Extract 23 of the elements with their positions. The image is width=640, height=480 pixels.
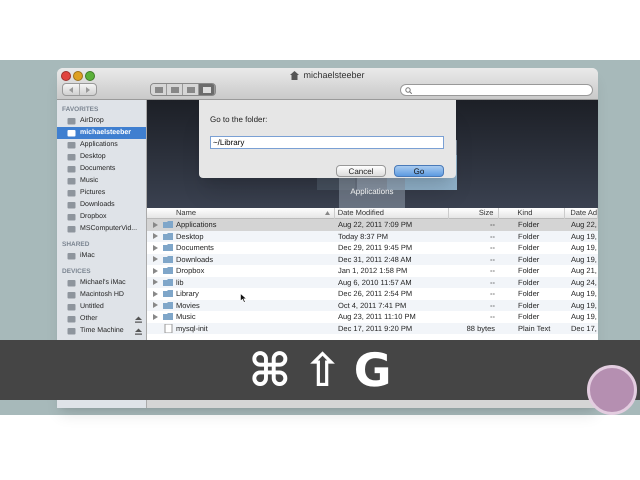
search-field[interactable]: [400, 84, 593, 96]
item-icon: [67, 252, 76, 260]
shortcut-key: G: [354, 347, 392, 393]
zoom-button[interactable]: [85, 71, 95, 81]
search-icon: [405, 86, 412, 94]
mouse-cursor-icon: [240, 293, 247, 303]
minimize-button[interactable]: [73, 71, 83, 81]
left-arrow-icon: [69, 86, 73, 92]
window-title: michaelsteeber: [303, 69, 365, 82]
view-mode-button[interactable]: [167, 84, 183, 95]
shortcut-key: ⇧: [303, 347, 342, 393]
default-button[interactable]: Go: [394, 165, 444, 177]
view-mode-button[interactable]: [183, 84, 199, 95]
folder-path-field[interactable]: ~/Library: [210, 136, 444, 149]
dialog-prompt: Go to the folder:: [210, 114, 268, 126]
right-arrow-icon: [86, 86, 90, 92]
view-mode-button[interactable]: [199, 84, 215, 95]
shortcut-key: ⌘: [248, 347, 292, 393]
dialog-button[interactable]: Cancel: [336, 165, 386, 177]
cover-caption: Applications: [350, 186, 394, 198]
home-icon: [290, 71, 300, 80]
close-button[interactable]: [61, 71, 71, 81]
view-mode-button[interactable]: [151, 84, 167, 95]
